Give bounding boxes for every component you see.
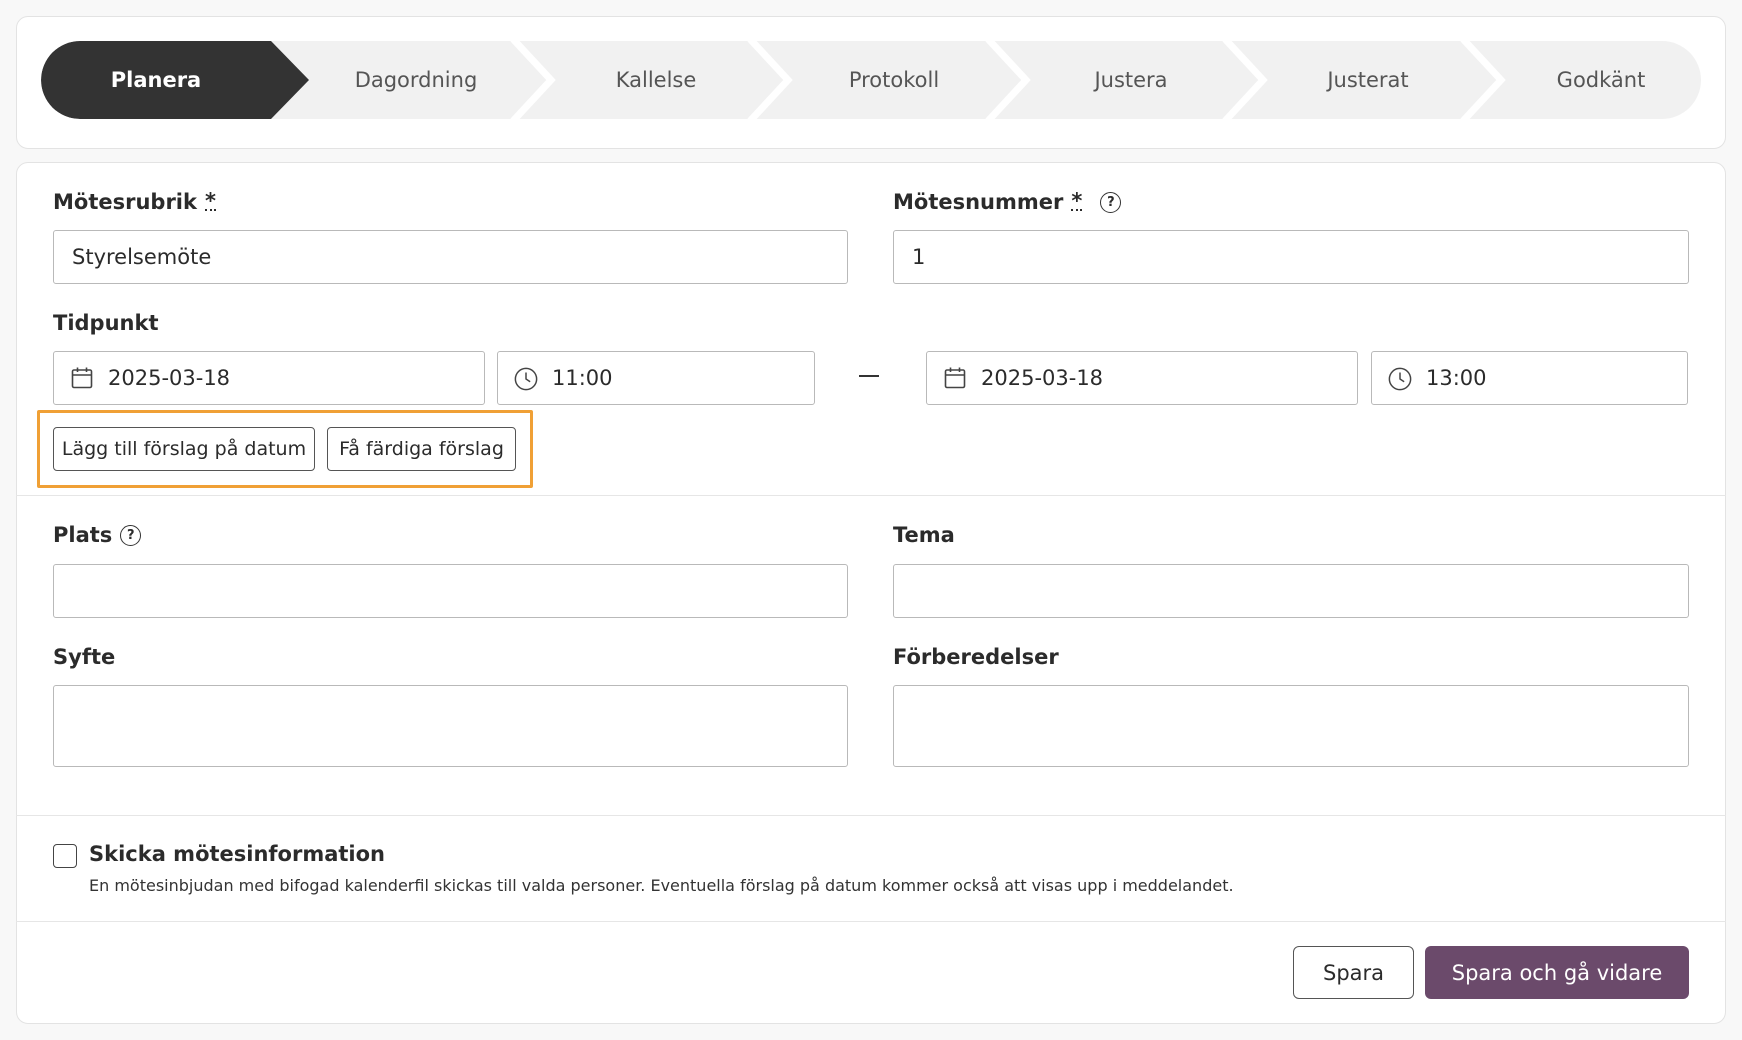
start-date-value: 2025-03-18 [108,366,231,390]
meeting-title-label-text: Mötesrubrik [53,190,197,214]
meeting-number-input[interactable]: 1 [893,230,1689,284]
preparations-textarea[interactable] [893,685,1689,767]
step-protokoll[interactable]: Protokoll [779,41,1009,119]
end-time-input[interactable]: 13:00 [1371,351,1688,405]
meeting-title-value: Styrelsemöte [72,245,212,269]
start-time-value: 11:00 [552,366,613,390]
step-justera[interactable]: Justera [1016,41,1246,119]
end-date-value: 2025-03-18 [981,366,1104,390]
section-divider [16,815,1726,816]
time-range-dash [859,375,879,377]
theme-label: Tema [893,523,955,547]
step-godkant[interactable]: Godkänt [1491,41,1701,119]
place-label-text: Plats [53,523,113,547]
workflow-stepper: Planera Dagordning Kallelse Protokoll Ju… [41,41,1701,119]
calendar-icon [943,366,967,390]
time-label-text: Tidpunkt [53,311,159,335]
meeting-number-value: 1 [912,245,926,269]
send-info-help-text: En mötesinbjudan med bifogad kalenderfil… [89,876,1234,895]
purpose-label-text: Syfte [53,645,116,669]
clock-icon [514,366,538,391]
step-justerat[interactable]: Justerat [1253,41,1483,119]
required-marker: * [204,189,216,213]
end-date-input[interactable]: 2025-03-18 [926,351,1358,405]
send-info-checkbox[interactable] [53,844,77,868]
clock-icon [1388,366,1412,391]
meeting-number-label-text: Mötesnummer [893,190,1064,214]
start-time-input[interactable]: 11:00 [497,351,815,405]
required-marker: * [1071,189,1083,213]
get-suggestions-button[interactable]: Få färdiga förslag [327,427,516,471]
purpose-label: Syfte [53,645,115,669]
section-divider [16,495,1726,496]
meeting-title-label: Mötesrubrik * [53,190,216,214]
meeting-title-input[interactable]: Styrelsemöte [53,230,848,284]
preparations-label-text: Förberedelser [893,645,1059,669]
place-input[interactable] [53,564,848,618]
save-button[interactable]: Spara [1293,946,1414,999]
workflow-stepper-card: Planera Dagordning Kallelse Protokoll Ju… [16,16,1726,149]
theme-input[interactable] [893,564,1689,618]
send-info-label[interactable]: Skicka mötesinformation [89,842,385,866]
meeting-number-label: Mötesnummer * ? [893,189,1122,214]
preparations-label: Förberedelser [893,645,1059,669]
help-icon[interactable]: ? [120,524,142,546]
end-time-value: 13:00 [1426,366,1487,390]
purpose-textarea[interactable] [53,685,848,767]
start-date-input[interactable]: 2025-03-18 [53,351,485,405]
add-date-suggestion-button[interactable]: Lägg till förslag på datum [53,427,315,471]
help-icon[interactable]: ? [1100,191,1122,213]
step-kallelse[interactable]: Kallelse [541,41,771,119]
time-label: Tidpunkt [53,311,159,335]
theme-label-text: Tema [893,523,955,547]
save-and-continue-button[interactable]: Spara och gå vidare [1425,946,1689,999]
step-planera[interactable]: Planera [41,41,271,119]
step-dagordning[interactable]: Dagordning [301,41,531,119]
calendar-icon [70,366,94,390]
section-divider [16,921,1726,922]
place-label: Plats ? [53,523,142,547]
